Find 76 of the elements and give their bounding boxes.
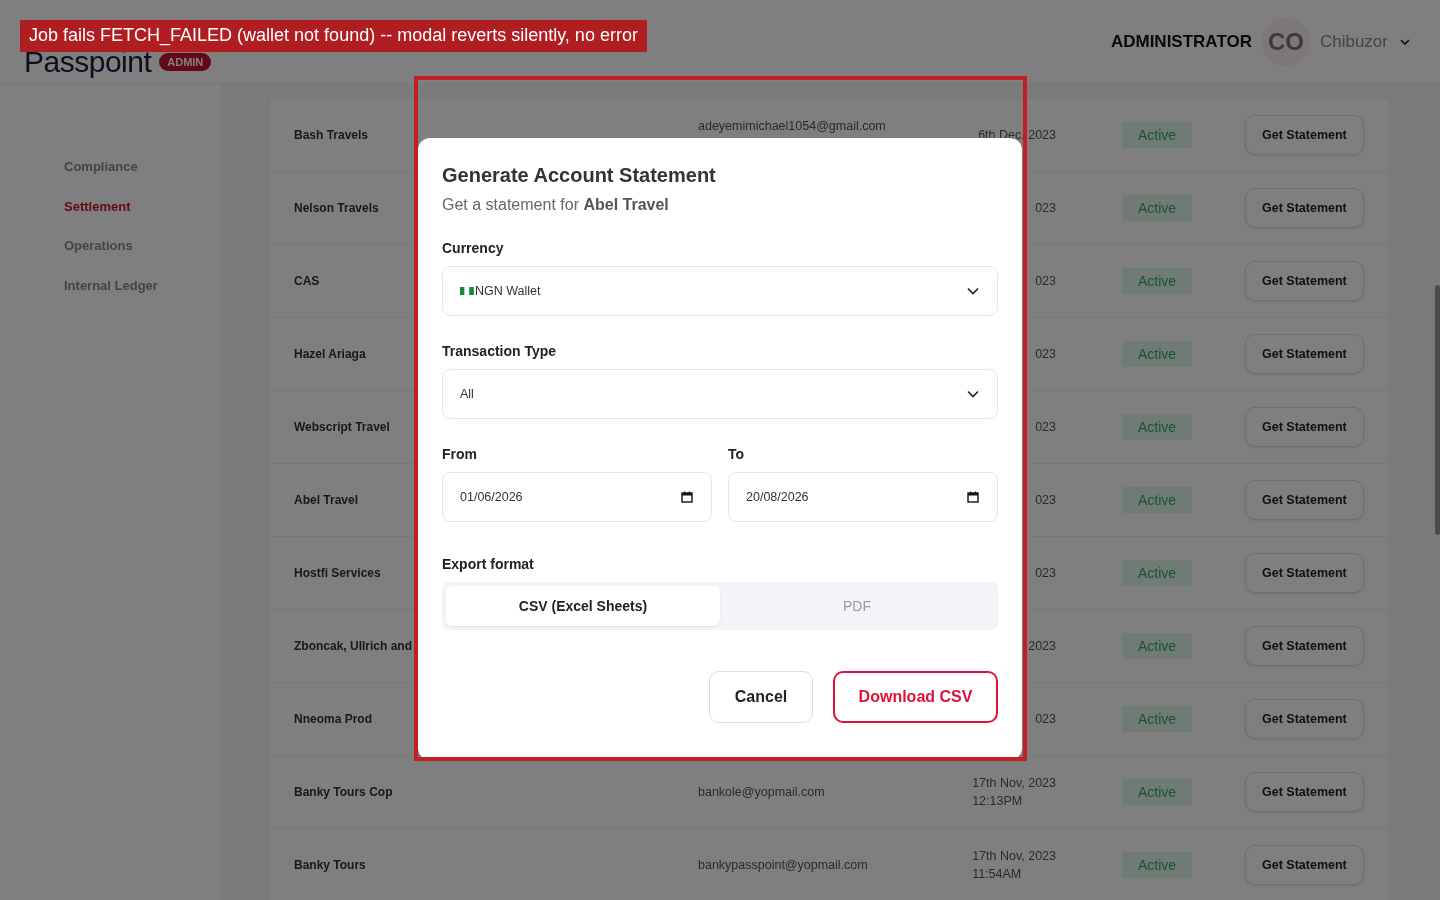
avatar[interactable]: CO <box>1261 17 1310 66</box>
table-cell: Abel Travel <box>294 493 359 507</box>
table-cell: Nelson Travels <box>294 201 379 215</box>
status-badge: Active <box>1122 706 1193 732</box>
status-badge: Active <box>1122 852 1193 878</box>
table-cell-text: 2023 <box>1028 638 1056 655</box>
table-cell-text: 023 <box>1035 419 1056 436</box>
table-cell-text: 023 <box>1035 200 1056 217</box>
table-cell: Zboncak, Ullrich and <box>294 639 413 653</box>
download-button[interactable]: Download CSV <box>833 671 998 723</box>
field-label: From <box>442 446 478 462</box>
modal-title: Generate Account Statement <box>442 164 717 187</box>
admin-badge: ADMIN <box>159 52 212 71</box>
table-cell: bankypasspoint@yopmail.com <box>698 858 868 872</box>
error-banner: Job fails FETCH_FAILED (wallet not found) -- modal reverts silently, no error <box>20 20 647 52</box>
calendar-icon <box>967 491 979 503</box>
table-cell: Nneoma Prod <box>294 712 372 726</box>
status-badge: Active <box>1122 779 1193 805</box>
status-badge: Active <box>1122 122 1193 148</box>
table-cell-text: 023 <box>1035 346 1056 363</box>
date-field[interactable]: 20/08/2026 <box>728 472 998 522</box>
status-badge: Active <box>1122 633 1193 659</box>
format-option[interactable]: PDF <box>720 586 994 626</box>
field-label: To <box>728 446 746 462</box>
status-badge: Active <box>1122 560 1193 586</box>
get-statement-button[interactable]: Get Statement <box>1245 407 1364 447</box>
chevron-down-icon <box>967 390 979 398</box>
table-cell: CAS <box>294 274 320 288</box>
sidebar-item[interactable]: Compliance <box>64 156 220 196</box>
table-cell-text: 023 <box>1035 273 1056 290</box>
table-cell-text: 023 <box>1035 565 1056 582</box>
get-statement-button[interactable]: Get Statement <box>1245 699 1364 739</box>
sidebar-item[interactable]: Operations <box>64 235 220 275</box>
cancel-button[interactable]: Cancel <box>709 671 813 723</box>
get-statement-button[interactable]: Get Statement <box>1245 188 1364 228</box>
table-cell: Bash Travels <box>294 128 369 142</box>
status-badge: Active <box>1122 195 1193 221</box>
status-badge: Active <box>1122 414 1193 440</box>
sidebar-item[interactable]: Settlement <box>64 195 220 235</box>
role-label: ADMINISTRATOR <box>1110 31 1252 52</box>
status-badge: Active <box>1122 487 1193 513</box>
currency-select[interactable]: NGN Wallet <box>442 266 998 316</box>
flag-icon <box>460 287 474 295</box>
field-label: Currency <box>442 240 505 256</box>
scrollbar-thumb[interactable] <box>1435 285 1440 535</box>
field-label: Transaction Type <box>442 343 558 359</box>
get-statement-button[interactable]: Get Statement <box>1245 480 1364 520</box>
get-statement-button[interactable]: Get Statement <box>1245 772 1364 812</box>
get-statement-button[interactable]: Get Statement <box>1245 115 1364 155</box>
chevron-down-icon <box>967 287 979 295</box>
calendar-icon <box>681 491 693 503</box>
transaction-type-select[interactable]: All <box>442 369 998 419</box>
table-cell-text: 023 <box>1035 711 1056 728</box>
status-badge: Active <box>1122 341 1193 367</box>
get-statement-button[interactable]: Get Statement <box>1245 334 1364 374</box>
table-cell: Webscript Travel <box>294 420 390 434</box>
get-statement-button[interactable]: Get Statement <box>1245 626 1364 666</box>
table-cell: adeyemimichael1054@gmail.com <box>698 119 886 133</box>
table-cell: Banky Tours <box>294 858 366 872</box>
table-cell: Hazel Ariaga <box>294 347 366 361</box>
get-statement-button[interactable]: Get Statement <box>1245 553 1364 593</box>
status-badge: Active <box>1122 268 1193 294</box>
date-field[interactable]: 01/06/2026 <box>442 472 712 522</box>
table-cell-text: 17th Nov, 2023 12:13PM <box>972 775 1056 810</box>
modal-subtitle: Get a statement for Abel Travel <box>442 196 670 214</box>
field-label: Export format <box>442 556 535 572</box>
table-cell: Hostfi Services <box>294 566 381 580</box>
format-option[interactable]: CSV (Excel Sheets) <box>446 586 720 626</box>
table-cell: Banky Tours Cop <box>294 785 393 799</box>
table-cell: bankole@yopmail.com <box>698 785 825 799</box>
sidebar-item[interactable]: Internal Ledger <box>64 274 220 314</box>
table-cell-text: 17th Nov, 2023 11:54AM <box>972 848 1056 883</box>
get-statement-button[interactable]: Get Statement <box>1245 261 1364 301</box>
table-cell-text: 023 <box>1035 492 1056 509</box>
user-menu[interactable]: Chibuzor <box>1319 31 1412 52</box>
get-statement-button[interactable]: Get Statement <box>1245 845 1364 885</box>
